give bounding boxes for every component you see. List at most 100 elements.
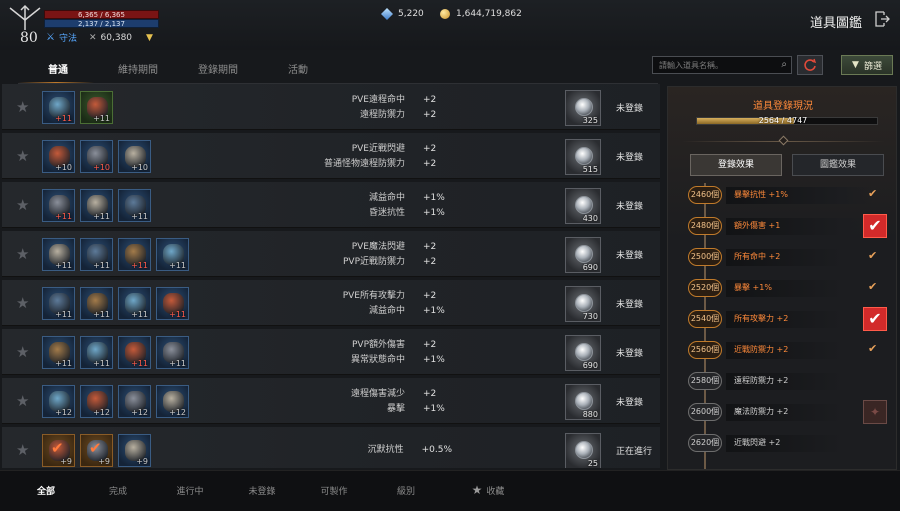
milestone-item[interactable]: 2520個 暴擊 +1% ✔ — [688, 279, 888, 299]
favorite-star-icon[interactable]: ★ — [16, 147, 29, 165]
collection-row[interactable]: ★ +11 +11 +11 +11 PVE所有攻擊力 +2 減益命中 +1% 730 未登錄 — [2, 280, 660, 326]
reward-medal[interactable]: 515 — [565, 139, 601, 175]
tab-normal[interactable]: 普通 — [18, 62, 98, 84]
trophy-icon[interactable]: ▼ — [146, 33, 153, 43]
claimed-reward-icon[interactable]: ✔ — [863, 214, 887, 238]
item-slot[interactable]: +11 — [156, 336, 189, 369]
stat-value: +2 — [423, 110, 437, 120]
reward-medal[interactable]: 325 — [565, 90, 601, 126]
item-slot[interactable]: +11 — [156, 238, 189, 271]
medal-count: 515 — [582, 165, 598, 174]
item-slot[interactable]: +11 — [80, 238, 113, 271]
item-slot[interactable]: +11 — [42, 336, 75, 369]
item-slot[interactable]: +11 — [42, 287, 75, 320]
medal-icon — [575, 147, 593, 165]
locked-reward-icon[interactable]: ✦ — [863, 400, 887, 424]
item-slot[interactable]: +11 — [80, 189, 113, 222]
milestone-item[interactable]: 2600個 魔法防禦力 +2 ✦ — [688, 400, 888, 424]
favorite-star-icon[interactable]: ★ — [16, 343, 29, 361]
milestone-item[interactable]: 2580個 遠程防禦力 +2 — [688, 372, 888, 392]
favorite-star-icon[interactable]: ★ — [16, 294, 29, 312]
milestone-item[interactable]: 2540個 所有攻擊力 +2 ✔ — [688, 307, 888, 331]
reward-medal[interactable]: 430 — [565, 188, 601, 224]
item-slot[interactable]: +11 — [42, 91, 75, 124]
item-slot[interactable]: +10 — [42, 140, 75, 173]
filter-tab[interactable]: ★ 收藏 — [452, 483, 524, 497]
favorite-star-icon[interactable]: ★ — [16, 245, 29, 263]
item-slot[interactable]: +11 — [156, 287, 189, 320]
milestone-count: 2480個 — [688, 217, 722, 235]
swords-icon: ✕ — [88, 32, 97, 43]
exit-icon[interactable] — [874, 10, 890, 28]
favorite-star-icon[interactable]: ★ — [16, 98, 29, 116]
milestone-item[interactable]: 2460個 暴擊抗性 +1% ✔ — [688, 186, 888, 206]
collection-row[interactable]: ★ +12 +12 +12 +12 遠程傷害減少 +2 暴擊 +1% 880 未登錄 — [2, 378, 660, 424]
tab-codex-effect[interactable]: 圖鑑效果 — [792, 154, 884, 176]
search-icon[interactable]: ⌕ — [781, 59, 787, 70]
category-tabs: 普通 維持期間 登錄期間 活動 — [18, 62, 338, 84]
item-slot[interactable]: ✔ +9 — [42, 434, 75, 467]
registration-status: 未登錄 — [616, 349, 644, 359]
item-slot[interactable]: +11 — [118, 336, 151, 369]
tab-event[interactable]: 活動 — [258, 62, 338, 84]
item-slot[interactable]: +9 — [118, 434, 151, 467]
item-slot[interactable]: +11 — [42, 238, 75, 271]
stat-name: PVE遠程命中 — [351, 95, 405, 105]
favorite-star-icon[interactable]: ★ — [16, 441, 29, 459]
required-items: +11 +11 +11 +11 — [42, 287, 189, 320]
milestone-item[interactable]: 2620個 近戰閃避 +2 — [688, 434, 888, 454]
favorite-star-icon[interactable]: ★ — [16, 392, 29, 410]
character-info: ⚔ 守法 ✕ 60,380 ▼ — [46, 31, 153, 44]
item-slot[interactable]: +11 — [80, 287, 113, 320]
collection-list[interactable]: ★ +11 +11 PVE遠程命中 +2 遠程防禦力 +2 325 未登錄 ★ +10 +10 +10 P… — [0, 84, 662, 468]
item-slot[interactable]: +11 — [80, 336, 113, 369]
stat-line: PVE魔法閃避 +2 — [272, 240, 452, 255]
filter-tab[interactable]: 全部 — [10, 483, 82, 497]
tab-duration[interactable]: 維持期間 — [98, 62, 178, 84]
collection-row[interactable]: ★ +11 +11 +11 +11 PVE魔法閃避 +2 PVP近戰防禦力 +2 690 未登錄 — [2, 231, 660, 277]
reward-medal[interactable]: 25 — [565, 433, 601, 468]
item-slot[interactable]: +11 — [118, 238, 151, 271]
reward-medal[interactable]: 690 — [565, 237, 601, 273]
collection-row[interactable]: ★ ✔ +9 ✔ +9 +9 沉默抗性 +0.5% 25 正在進行 — [2, 427, 660, 468]
filter-tab[interactable]: 未登錄 — [226, 483, 298, 497]
collection-row[interactable]: ★ +11 +11 +11 減益命中 +1% 昏迷抗性 +1% 430 未登錄 — [2, 182, 660, 228]
reset-button[interactable] — [797, 55, 823, 75]
milestone-effect: 額外傷害 +1 — [734, 221, 781, 230]
milestone-count: 2580個 — [688, 372, 722, 390]
item-slot[interactable]: +12 — [118, 385, 151, 418]
favorite-star-icon[interactable]: ★ — [16, 196, 29, 214]
item-slot[interactable]: +10 — [80, 140, 113, 173]
item-slot[interactable]: ✔ +9 — [80, 434, 113, 467]
collection-row[interactable]: ★ +10 +10 +10 PVE近戰閃避 +2 普通怪物遠程防禦力 +2 515 未登錄 — [2, 133, 660, 179]
reward-medal[interactable]: 730 — [565, 286, 601, 322]
tab-registration-effect[interactable]: 登錄效果 — [690, 154, 782, 176]
item-slot[interactable]: +11 — [118, 189, 151, 222]
reward-medal[interactable]: 880 — [565, 384, 601, 420]
reward-medal[interactable]: 690 — [565, 335, 601, 371]
item-slot[interactable]: +12 — [156, 385, 189, 418]
stat-value: +2 — [423, 144, 437, 154]
milestone-item[interactable]: 2480個 額外傷害 +1 ✔ — [688, 214, 888, 238]
filter-tab[interactable]: 可製作 — [298, 483, 370, 497]
search-input[interactable] — [659, 60, 779, 70]
filter-button[interactable]: ▼ 篩選 — [841, 55, 893, 75]
item-slot[interactable]: +11 — [80, 91, 113, 124]
item-slot[interactable]: +11 — [42, 189, 75, 222]
collection-row[interactable]: ★ +11 +11 +11 +11 PVP額外傷害 +2 異常狀態命中 +1% 690 未登錄 — [2, 329, 660, 375]
filter-tab[interactable]: 級別 — [370, 483, 442, 497]
enchant-level: +11 — [93, 310, 110, 319]
milestone-item[interactable]: 2500個 所有命中 +2 ✔ — [688, 248, 888, 268]
item-slot[interactable]: +12 — [80, 385, 113, 418]
tab-registration-period[interactable]: 登錄期間 — [178, 62, 258, 84]
medal-icon — [575, 392, 593, 410]
item-slot[interactable]: +11 — [118, 287, 151, 320]
filter-tab[interactable]: 進行中 — [154, 483, 226, 497]
item-slot[interactable]: +10 — [118, 140, 151, 173]
collection-row[interactable]: ★ +11 +11 PVE遠程命中 +2 遠程防禦力 +2 325 未登錄 — [2, 84, 660, 130]
enchant-level: +11 — [131, 261, 148, 270]
milestone-item[interactable]: 2560個 近戰防禦力 +2 ✔ — [688, 341, 888, 361]
item-slot[interactable]: +12 — [42, 385, 75, 418]
filter-tab[interactable]: 完成 — [82, 483, 154, 497]
claimed-reward-icon[interactable]: ✔ — [863, 307, 887, 331]
